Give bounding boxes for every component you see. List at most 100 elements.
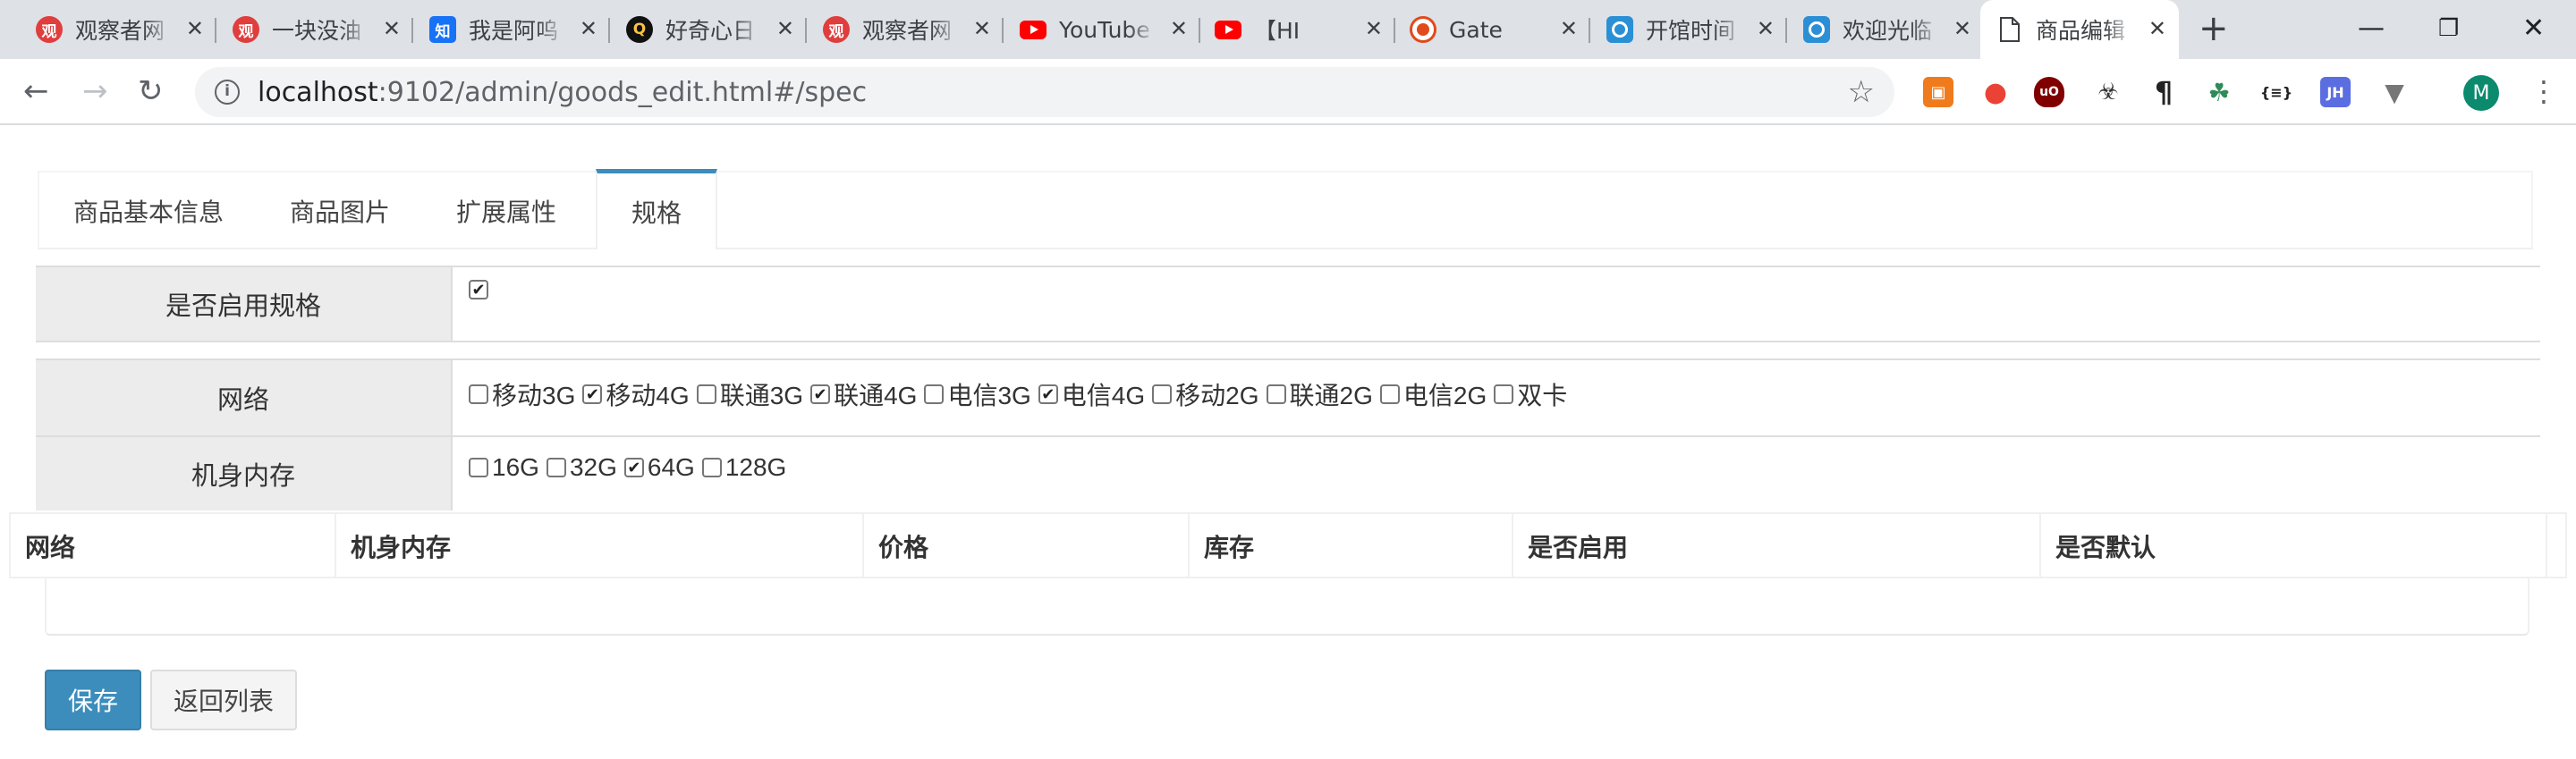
- back-to-list-button[interactable]: 返回列表: [150, 670, 297, 730]
- spec-option-label: 128G: [724, 453, 787, 481]
- json-viewer-icon[interactable]: {≡}: [2260, 77, 2292, 107]
- tab-spec[interactable]: 规格: [596, 169, 718, 249]
- enable-spec-value: [453, 267, 2540, 341]
- browser-menu-icon[interactable]: ⋮: [2529, 77, 2558, 105]
- browser-tab[interactable]: Gate ✕: [1394, 0, 1590, 59]
- tab-close-icon[interactable]: ✕: [2148, 15, 2166, 42]
- browser-tab[interactable]: 欢迎光临 ✕: [1787, 0, 1984, 59]
- spec-option[interactable]: 电信4G: [1038, 376, 1145, 412]
- tab-close-icon[interactable]: ✕: [580, 15, 597, 42]
- spec-option[interactable]: 电信3G: [924, 376, 1031, 412]
- spec-option-label: 联通4G: [834, 382, 918, 409]
- restore-button[interactable]: ❐: [2438, 13, 2459, 45]
- tab-basic-info[interactable]: 商品基本信息: [39, 173, 258, 249]
- back-arrow-icon[interactable]: ←: [23, 75, 49, 107]
- qdaily-icon: Q: [626, 16, 653, 43]
- spec-option-checkbox[interactable]: [1152, 384, 1173, 404]
- guang-icon: [1803, 16, 1830, 43]
- spec-option[interactable]: 移动2G: [1152, 376, 1259, 412]
- url-text[interactable]: localhost:9102/admin/goods_edit.html#/sp…: [258, 77, 867, 108]
- youtube-icon: [1020, 16, 1046, 43]
- browser-tab[interactable]: YouTube ✕: [1004, 0, 1200, 59]
- browser-tab[interactable]: Q 好奇心日 ✕: [610, 0, 807, 59]
- browser-tab[interactable]: 观观察者网 ✕: [20, 0, 216, 59]
- sku-column-header: 库存: [1190, 514, 1513, 578]
- bookmark-star-icon[interactable]: ☆: [1848, 74, 1875, 110]
- browser-tab-title: 开馆时间: [1646, 18, 1736, 44]
- spec-option-checkbox[interactable]: [696, 384, 716, 404]
- spec-option-label: 双卡: [1517, 382, 1568, 409]
- spec-option[interactable]: 联通3G: [696, 376, 803, 412]
- jh-extension-icon[interactable]: JH: [2320, 77, 2351, 107]
- leaf-extension-icon[interactable]: ☘: [2204, 77, 2234, 107]
- browser-tab[interactable]: 开馆时间 ✕: [1590, 0, 1787, 59]
- goods-edit-tabs: 商品基本信息 商品图片 扩展属性 规格: [38, 169, 2533, 249]
- vimium-icon[interactable]: ▼: [2379, 77, 2410, 107]
- spec-option[interactable]: 移动4G: [582, 376, 690, 412]
- spec-option[interactable]: 128G: [701, 453, 787, 482]
- browser-tab[interactable]: 知我是阿呜 ✕: [413, 0, 610, 59]
- spec-option-label: 电信3G: [947, 382, 1031, 409]
- tab-close-icon[interactable]: ✕: [1560, 15, 1578, 42]
- tab-close-icon[interactable]: ✕: [1365, 15, 1383, 42]
- spec-option-label: 移动2G: [1175, 382, 1259, 409]
- reload-icon[interactable]: ↻: [138, 75, 164, 107]
- tab-close-icon[interactable]: ✕: [1170, 15, 1188, 42]
- tab-extended-attributes[interactable]: 扩展属性: [422, 173, 590, 249]
- spec-option-checkbox[interactable]: [469, 384, 488, 404]
- spec-option-checkbox[interactable]: [810, 384, 831, 404]
- map-pin-icon[interactable]: ●: [1980, 77, 2011, 108]
- new-tab-button[interactable]: +: [2199, 11, 2229, 46]
- spec-option-checkbox[interactable]: [1494, 384, 1514, 404]
- spec-option[interactable]: 联通2G: [1266, 376, 1373, 412]
- browser-tab-title: 【HI: [1254, 18, 1301, 44]
- spec-option-checkbox[interactable]: [924, 384, 945, 404]
- browser-tab-title: YouTube: [1059, 16, 1150, 43]
- spec-row: 机身内存 16G 32G 64G 128G: [36, 435, 2540, 510]
- extension-tool-icon[interactable]: ▣: [1923, 77, 1953, 107]
- spec-option[interactable]: 16G: [469, 453, 539, 482]
- tab-close-icon[interactable]: ✕: [186, 15, 204, 42]
- spec-option[interactable]: 32G: [546, 453, 617, 482]
- spec-option[interactable]: 移动3G: [469, 376, 575, 412]
- spec-option-checkbox[interactable]: [1379, 384, 1400, 404]
- tab-close-icon[interactable]: ✕: [383, 15, 401, 42]
- spec-option[interactable]: 双卡: [1494, 376, 1567, 412]
- spec-option-checkbox[interactable]: [1266, 384, 1286, 404]
- spec-option-checkbox[interactable]: [582, 384, 603, 404]
- window-close-button[interactable]: ✕: [2522, 13, 2545, 45]
- browser-tab[interactable]: 观观察者网 ✕: [807, 0, 1004, 59]
- tab-close-icon[interactable]: ✕: [1953, 15, 1971, 42]
- spec-option-checkbox[interactable]: [546, 458, 566, 477]
- minimize-button[interactable]: —: [2358, 13, 2385, 45]
- tab-images[interactable]: 商品图片: [256, 173, 424, 249]
- spec-option-label: 16G: [492, 453, 539, 481]
- site-info-icon[interactable]: i: [215, 80, 240, 105]
- enable-spec-label: 是否启用规格: [36, 267, 453, 341]
- youtube-icon: [1215, 16, 1241, 43]
- address-bar[interactable]: i localhost:9102/admin/goods_edit.html#/…: [195, 67, 1894, 117]
- spy-extension-icon[interactable]: ☣: [2093, 77, 2123, 107]
- spec-option[interactable]: 电信2G: [1379, 376, 1487, 412]
- browser-tab[interactable]: 商品编辑 ✕: [1980, 0, 2179, 59]
- forward-arrow-icon[interactable]: →: [82, 75, 108, 107]
- spec-option[interactable]: 64G: [623, 453, 695, 482]
- page-content: 商品基本信息 商品图片 扩展属性 规格 是否启用规格 网络移动3G移动4G联通3…: [0, 126, 2576, 759]
- spec-option-checkbox[interactable]: [469, 458, 488, 477]
- browser-tab[interactable]: 观一块没油 ✕: [216, 0, 413, 59]
- spec-option-checkbox[interactable]: [701, 458, 722, 477]
- profile-avatar[interactable]: M: [2463, 75, 2499, 111]
- tab-close-icon[interactable]: ✕: [973, 15, 991, 42]
- tab-close-icon[interactable]: ✕: [1757, 15, 1775, 42]
- browser-tab-title: 观察者网: [862, 18, 953, 44]
- spec-option-checkbox[interactable]: [623, 458, 644, 477]
- save-button[interactable]: 保存: [45, 670, 141, 730]
- tab-close-icon[interactable]: ✕: [776, 15, 794, 42]
- enable-spec-checkbox[interactable]: [469, 280, 488, 299]
- spec-option[interactable]: 联通4G: [810, 376, 917, 412]
- spec-option-checkbox[interactable]: [1038, 384, 1058, 404]
- ublock-icon[interactable]: uO: [2034, 77, 2064, 107]
- browser-tab-strip: + — ❐ ✕ 观观察者网 ✕ 观一块没油 ✕ 知我是阿呜 ✕ Q 好奇心日 ✕ 观观察者网 ✕ Yo…: [0, 0, 2576, 59]
- browser-tab[interactable]: 【HI ✕: [1199, 0, 1395, 59]
- pilcrow-icon[interactable]: ¶: [2148, 75, 2179, 109]
